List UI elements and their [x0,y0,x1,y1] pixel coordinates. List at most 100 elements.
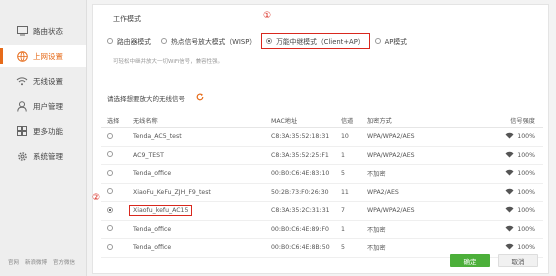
table-row[interactable]: Xiaofu_kefu_AC15 C8:3A:35:2C:31:31 7 WPA/WP… [101,202,543,221]
signal-icon [505,225,514,234]
encryption-cell: 不加密 [367,171,386,179]
table-row[interactable]: Tenda_office 00:B0:C6:4E:83:10 5 不加密 100% [101,165,543,184]
encryption-cell: WPA/WPA2/AES [367,207,415,215]
main-panel: 工作模式 ① 路由器模式 热点信号放大模式（WISP） 万能中继模式（Clien… [92,4,549,274]
mac-cell: C8:3A:35:52:18:31 [271,133,330,141]
mode-client-ap-label: 万能中继模式（Client+AP） [276,38,365,46]
footer-link-wechat[interactable]: 官方微信 [53,258,75,266]
header-ssid: 无线名称 [133,117,158,125]
annotation-1: ① [263,11,272,21]
row-radio[interactable] [107,243,113,250]
signal-cell: 100% [517,225,535,233]
sidebar-item-system[interactable]: 系统管理 [0,145,86,167]
row-radio[interactable] [107,169,113,176]
ssid-cell: XiaoFu_KeFu_ZJH_F9_test [133,188,211,196]
refresh-icon[interactable] [196,93,204,103]
wifi-icon [16,75,28,87]
mode-ap-label: AP模式 [384,38,407,46]
row-radio[interactable] [107,225,113,232]
signal-icon [505,151,514,160]
sidebar: 路由状态 上网设置 无线设置 用户管理 更多功能 系统管理 官网 新浪微博 官方… [0,0,87,276]
table-row[interactable]: Tenda_AC5_test C8:3A:35:52:18:31 10 WPA/WPA… [101,128,543,147]
signal-cell: 100% [517,188,535,196]
mode-options: 路由器模式 热点信号放大模式（WISP） 万能中继模式（Client+AP） A… [107,33,417,49]
sidebar-item-internet[interactable]: 上网设置 [0,45,86,67]
ssid-cell: Xiaofu_kefu_AC15 [129,205,193,217]
encryption-cell: WPA2/AES [367,188,399,196]
header-signal: 信号强度 [510,117,535,125]
footer-link-weibo[interactable]: 新浪微博 [25,258,47,266]
channel-cell: 1 [341,151,345,159]
row-radio[interactable] [107,132,113,139]
channel-cell: 11 [341,188,349,196]
mac-cell: 00:B0:C6:4E:89:F0 [271,225,329,233]
scan-title: 请选择想要放大的无线信号 [107,95,185,103]
mac-cell: C8:3A:35:52:25:F1 [271,151,329,159]
sidebar-item-label: 上网设置 [33,51,63,61]
monitor-icon [16,25,28,37]
radio-router[interactable] [107,38,113,44]
row-radio[interactable] [107,206,113,213]
ssid-cell: Tenda_office [133,170,172,178]
mode-router-label: 路由器模式 [117,38,151,46]
grid-icon [16,125,28,137]
sidebar-item-label: 路由状态 [33,26,63,36]
sidebar-footer: 官网 新浪微博 官方微信 [8,258,75,266]
globe-icon [16,50,28,62]
annotation-2: ② [92,193,101,203]
signal-icon [505,169,514,178]
action-buttons: 确定 取消 [450,254,538,267]
signal-cell: 100% [517,170,535,178]
signal-icon [505,132,514,141]
gear-icon [16,150,28,162]
row-radio[interactable] [107,151,113,158]
channel-cell: 10 [341,133,349,141]
encryption-cell: WPA/WPA2/AES [367,133,415,141]
sidebar-item-more[interactable]: 更多功能 [0,120,86,142]
mode-ap[interactable]: AP模式 [374,36,407,46]
footer-link-website[interactable]: 官网 [8,258,19,266]
sidebar-item-status[interactable]: 路由状态 [0,20,86,42]
ssid-cell: Tenda_office [133,225,172,233]
table-row[interactable]: AC9_TEST C8:3A:35:52:25:F1 1 WPA/WPA2/AES 10… [101,147,543,165]
mac-cell: 00:B0:C6:4E:83:10 [271,170,330,178]
user-icon [16,100,28,112]
ok-button[interactable]: 确定 [450,254,490,267]
signal-cell: 100% [517,244,535,252]
table-row[interactable]: XiaoFu_KeFu_ZJH_F9_test 50:2B:73:F0:26:30… [101,184,543,202]
row-radio[interactable] [107,188,113,195]
sidebar-item-label: 无线设置 [33,76,63,86]
header-channel: 信道 [341,117,354,125]
sidebar-item-label: 用户管理 [33,101,63,111]
cancel-button[interactable]: 取消 [498,254,538,267]
wifi-table: 选择 无线名称 MAC地址 信道 加密方式 信号强度 Tenda_AC5_tes… [101,113,543,258]
mode-wisp-label: 热点信号放大模式（WISP） [170,38,257,46]
header-select: 选择 [107,117,120,125]
sidebar-item-users[interactable]: 用户管理 [0,95,86,117]
table-row[interactable]: Tenda_office 00:B0:C6:4E:89:F0 1 不加密 100% [101,221,543,239]
sidebar-item-label: 更多功能 [33,126,63,136]
signal-cell: 100% [517,207,535,215]
radio-ap[interactable] [374,38,381,44]
channel-cell: 5 [341,170,345,178]
ssid-cell: Tenda_office [133,244,172,252]
mode-router[interactable]: 路由器模式 [107,36,151,46]
channel-cell: 1 [341,225,345,233]
signal-icon [505,188,514,197]
sidebar-item-label: 系统管理 [33,151,63,161]
header-encryption: 加密方式 [367,117,392,125]
header-mac: MAC地址 [271,117,298,125]
signal-icon [505,243,514,252]
encryption-cell: WPA/WPA2/AES [367,151,415,159]
signal-cell: 100% [517,133,535,141]
radio-wisp[interactable] [160,38,167,44]
signal-icon [505,206,514,215]
channel-cell: 5 [341,244,345,252]
radio-client-ap[interactable] [266,38,273,44]
channel-cell: 7 [341,207,345,215]
mode-client-ap[interactable]: 万能中继模式（Client+AP） [261,33,370,49]
sidebar-item-wireless[interactable]: 无线设置 [0,70,86,92]
table-header: 选择 无线名称 MAC地址 信道 加密方式 信号强度 [101,113,543,128]
signal-cell: 100% [517,151,535,159]
mode-wisp[interactable]: 热点信号放大模式（WISP） [160,36,257,46]
